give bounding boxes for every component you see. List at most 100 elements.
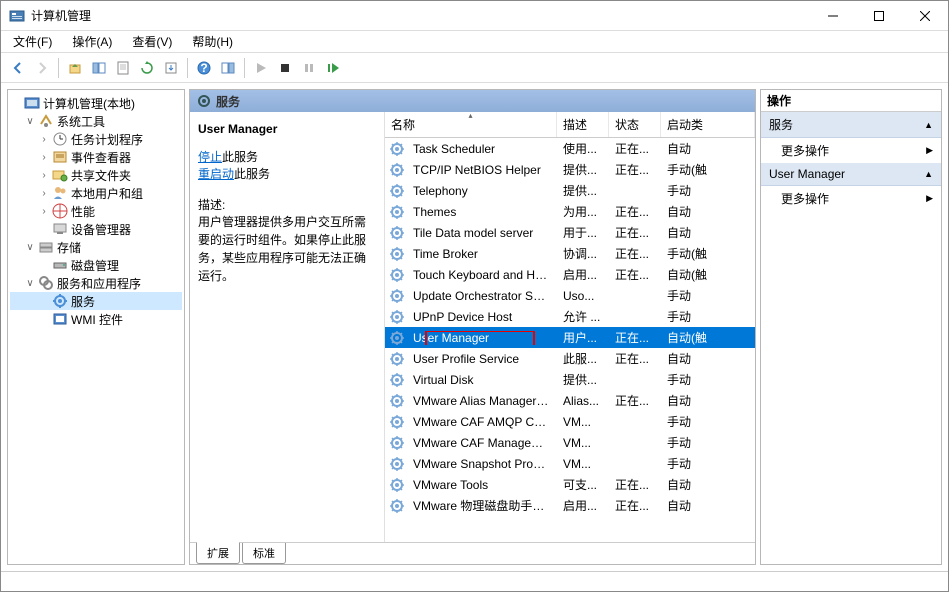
restart-link[interactable]: 重启动 [198, 167, 234, 181]
tree-task-scheduler[interactable]: ›任务计划程序 [10, 130, 182, 148]
service-startup: 手动(触 [661, 161, 755, 178]
service-status: 正在... [609, 329, 661, 346]
column-startup[interactable]: 启动类 [661, 112, 755, 137]
tree-disk-management[interactable]: 磁盘管理 [10, 256, 182, 274]
forward-button[interactable] [31, 57, 53, 79]
help-button[interactable]: ? [193, 57, 215, 79]
menu-file[interactable]: 文件(F) [7, 31, 58, 52]
tree-services-apps[interactable]: ∨服务和应用程序 [10, 274, 182, 292]
restart-service-button[interactable] [322, 57, 344, 79]
service-name: User Manager [407, 331, 557, 345]
service-desc: VM... [557, 415, 609, 429]
service-desc: 用于... [557, 224, 609, 241]
service-row[interactable]: Touch Keyboard and Ha...启用...正在...自动(触 [385, 264, 755, 285]
service-row[interactable]: TCP/IP NetBIOS Helper提供...正在...手动(触 [385, 159, 755, 180]
menu-action[interactable]: 操作(A) [66, 31, 118, 52]
tree-services[interactable]: 服务 [10, 292, 182, 310]
service-row[interactable]: VMware 物理磁盘助手服务启用...正在...自动 [385, 495, 755, 516]
tree-shared-folders[interactable]: ›共享文件夹 [10, 166, 182, 184]
service-row[interactable]: UPnP Device Host允许 ...手动 [385, 306, 755, 327]
back-button[interactable] [7, 57, 29, 79]
maximize-button[interactable] [856, 1, 902, 31]
actions-group-services[interactable]: 服务▲ [761, 112, 941, 138]
up-button[interactable] [64, 57, 86, 79]
tree-storage[interactable]: ∨存储 [10, 238, 182, 256]
service-desc: 启用... [557, 497, 609, 514]
service-desc: 使用... [557, 140, 609, 157]
service-startup: 自动 [661, 224, 755, 241]
service-startup: 自动 [661, 392, 755, 409]
actions-header: 操作 [761, 90, 941, 112]
service-startup: 自动(触 [661, 329, 755, 346]
service-row[interactable]: User Profile Service此服...正在...自动 [385, 348, 755, 369]
service-row[interactable]: VMware CAF Manageme...VM...手动 [385, 432, 755, 453]
service-row[interactable]: Time Broker协调...正在...手动(触 [385, 243, 755, 264]
actions-group-user-manager[interactable]: User Manager▲ [761, 163, 941, 186]
pause-service-button[interactable] [298, 57, 320, 79]
service-name: Task Scheduler [407, 142, 557, 156]
tree-root[interactable]: 计算机管理(本地) [10, 94, 182, 112]
actions-more-1[interactable]: 更多操作▶ [761, 138, 941, 163]
service-row[interactable]: VMware Snapshot Provid...VM... 手动 [385, 453, 755, 474]
tree-system-tools[interactable]: ∨系统工具 [10, 112, 182, 130]
service-row[interactable]: VMware CAF AMQP Com...VM...手动 [385, 411, 755, 432]
service-name: VMware Snapshot Provid... [407, 457, 557, 471]
tab-standard[interactable]: 标准 [242, 543, 286, 564]
start-service-button[interactable] [250, 57, 272, 79]
service-row[interactable]: User Manager用户...正在...自动(触 [385, 327, 755, 348]
properties-button[interactable] [112, 57, 134, 79]
service-desc: 提供... [557, 182, 609, 199]
service-row[interactable]: Virtual Disk提供...手动 [385, 369, 755, 390]
service-name-label: User Manager [198, 122, 376, 136]
menu-help[interactable]: 帮助(H) [186, 31, 239, 52]
service-status: 正在... [609, 224, 661, 241]
gear-icon [389, 372, 405, 388]
stop-link[interactable]: 停止 [198, 150, 222, 164]
tree-event-viewer[interactable]: ›事件查看器 [10, 148, 182, 166]
column-name[interactable]: ▴名称 [385, 112, 557, 137]
gear-icon [389, 477, 405, 493]
show-hide-tree-button[interactable] [88, 57, 110, 79]
service-name: VMware Alias Manager a... [407, 394, 557, 408]
service-row[interactable]: Themes为用...正在...自动 [385, 201, 755, 222]
list-header: ▴名称 描述 状态 启动类 [385, 112, 755, 138]
tree-local-users[interactable]: ›本地用户和组 [10, 184, 182, 202]
action-pane-button[interactable] [217, 57, 239, 79]
center-header: 服务 [190, 90, 755, 112]
minimize-button[interactable] [810, 1, 856, 31]
menubar: 文件(F) 操作(A) 查看(V) 帮助(H) [1, 31, 948, 53]
service-desc: 提供... [557, 371, 609, 388]
service-startup: 手动 [661, 371, 755, 388]
actions-more-2[interactable]: 更多操作▶ [761, 186, 941, 211]
service-name: UPnP Device Host [407, 310, 557, 324]
refresh-button[interactable] [136, 57, 158, 79]
service-desc: VM... [557, 457, 609, 471]
service-status: 正在... [609, 161, 661, 178]
tab-extended[interactable]: 扩展 [196, 542, 240, 564]
service-row[interactable]: VMware Tools可支...正在...自动 [385, 474, 755, 495]
gear-icon [389, 162, 405, 178]
svg-text:?: ? [200, 61, 207, 75]
column-desc[interactable]: 描述 [557, 112, 609, 137]
service-row[interactable]: Task Scheduler使用...正在...自动 [385, 138, 755, 159]
tree-pane: 计算机管理(本地) ∨系统工具 ›任务计划程序 ›事件查看器 ›共享文件夹 ›本… [7, 89, 185, 565]
service-row[interactable]: Tile Data model server用于...正在...自动 [385, 222, 755, 243]
service-detail-panel: User Manager 停止此服务 重启动此服务 描述: 用户管理器提供多用户… [190, 112, 385, 542]
gear-icon [389, 246, 405, 262]
tree-wmi[interactable]: WMI 控件 [10, 310, 182, 328]
stop-service-button[interactable] [274, 57, 296, 79]
service-startup: 手动 [661, 455, 755, 472]
export-button[interactable] [160, 57, 182, 79]
service-startup: 手动 [661, 308, 755, 325]
service-name: User Profile Service [407, 352, 557, 366]
menu-view[interactable]: 查看(V) [126, 31, 178, 52]
collapse-icon: ▲ [924, 120, 933, 130]
column-status[interactable]: 状态 [609, 112, 661, 137]
tree-performance[interactable]: ›性能 [10, 202, 182, 220]
service-row[interactable]: Update Orchestrator Ser...Uso...手动 [385, 285, 755, 306]
close-button[interactable] [902, 1, 948, 31]
service-row[interactable]: Telephony提供...手动 [385, 180, 755, 201]
service-status: 正在... [609, 245, 661, 262]
service-row[interactable]: VMware Alias Manager a...Alias...正在...自动 [385, 390, 755, 411]
tree-device-manager[interactable]: 设备管理器 [10, 220, 182, 238]
